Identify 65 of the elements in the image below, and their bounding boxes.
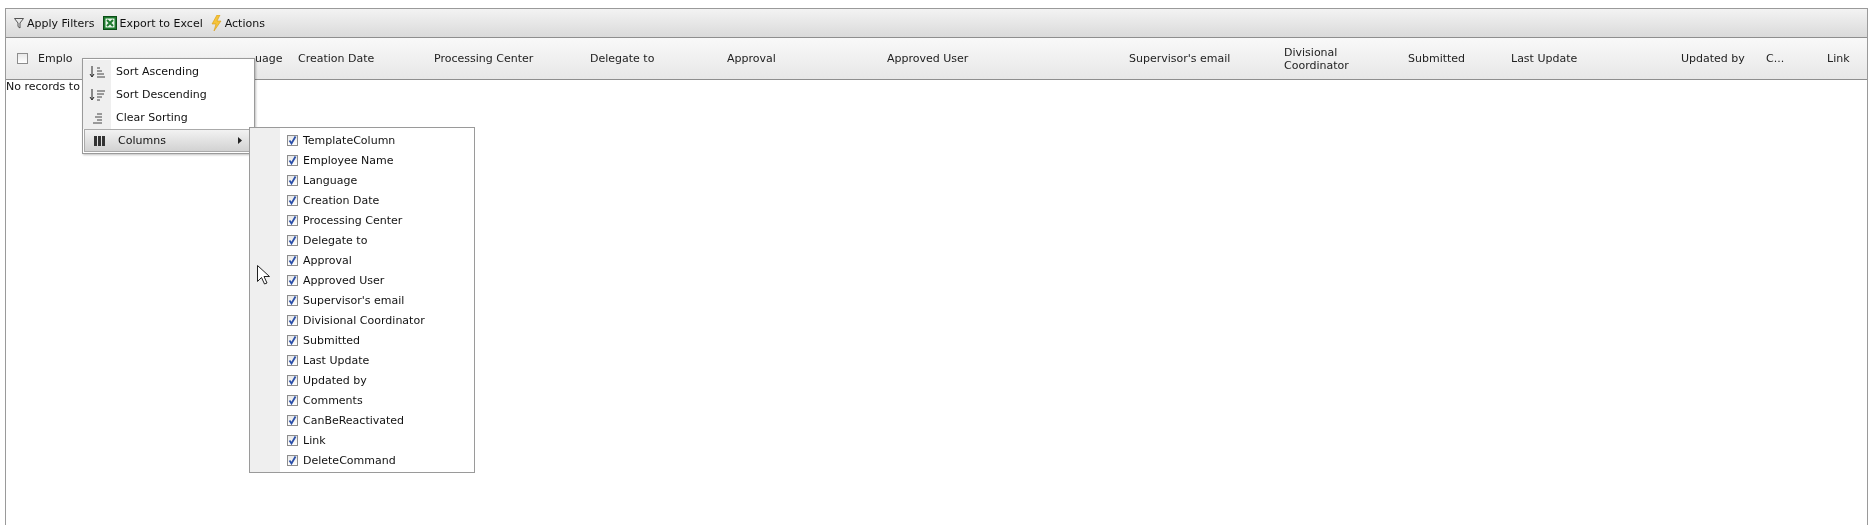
checkbox[interactable]: [287, 394, 298, 406]
checkbox[interactable]: [287, 154, 298, 166]
checkbox[interactable]: [287, 254, 298, 266]
column-header[interactable]: Submitted: [1408, 52, 1466, 65]
column-header[interactable]: Approval: [727, 52, 776, 65]
column-option[interactable]: Creation Date: [303, 193, 380, 207]
column-header[interactable]: Link: [1827, 52, 1850, 65]
spreadsheet-icon: [102, 16, 117, 30]
column-option[interactable]: Link: [303, 433, 326, 447]
checkbox[interactable]: [287, 274, 298, 286]
checkbox[interactable]: [287, 454, 298, 466]
checkbox[interactable]: [287, 414, 298, 426]
checkbox[interactable]: [287, 314, 298, 326]
column-header[interactable]: uage: [255, 52, 283, 65]
column-option[interactable]: CanBeReactivated: [303, 413, 405, 427]
lines-icon: [92, 111, 102, 124]
toolbar-button[interactable]: Actions: [210, 15, 265, 31]
filter-icon: [14, 17, 24, 29]
column-option[interactable]: Comments: [303, 393, 363, 407]
column-header[interactable]: Divisional Coordinator: [1284, 45, 1402, 72]
column-option[interactable]: Language: [303, 173, 358, 187]
column-option[interactable]: Approved User: [303, 273, 385, 287]
checkbox[interactable]: [287, 434, 298, 446]
checkbox[interactable]: [16, 53, 28, 64]
column-header[interactable]: C...: [1766, 52, 1785, 65]
column-option[interactable]: Divisional Coordinator: [303, 313, 425, 327]
submenu-arrow-icon: [238, 137, 242, 144]
column-header[interactable]: Creation Date: [298, 52, 375, 65]
menu-item[interactable]: Sort Ascending: [83, 60, 254, 83]
checkbox[interactable]: [287, 134, 298, 146]
column-header[interactable]: Emplo: [38, 52, 73, 65]
column-header[interactable]: Supervisor's email: [1129, 52, 1231, 65]
menu-item[interactable]: Clear Sorting: [83, 106, 254, 129]
checkbox[interactable]: [287, 194, 298, 206]
sort-descending-icon: [89, 88, 105, 101]
toolbar-button[interactable]: Export to Excel: [102, 16, 203, 30]
checkbox[interactable]: [287, 234, 298, 246]
empty-message: No records to: [6, 79, 80, 93]
column-option[interactable]: Employee Name: [303, 153, 394, 167]
column-header[interactable]: Updated by: [1681, 52, 1745, 65]
columns-icon: [93, 135, 105, 146]
column-header[interactable]: Last Update: [1511, 52, 1578, 65]
checkbox[interactable]: [287, 374, 298, 386]
column-option[interactable]: Approval: [303, 253, 352, 267]
column-option[interactable]: Delegate to: [303, 233, 368, 247]
column-option[interactable]: DeleteCommand: [303, 453, 396, 467]
lightning-icon: [210, 15, 222, 31]
sort-ascending-icon: [89, 65, 105, 78]
column-option[interactable]: Updated by: [303, 373, 367, 387]
column-header[interactable]: Delegate to: [590, 52, 655, 65]
toolbar-button[interactable]: Apply Filters: [14, 16, 95, 30]
checkbox[interactable]: [287, 294, 298, 306]
checkbox[interactable]: [287, 354, 298, 366]
checkbox[interactable]: [287, 334, 298, 346]
column-option[interactable]: Supervisor's email: [303, 293, 405, 307]
menu-item[interactable]: Sort Descending: [83, 83, 254, 106]
column-option[interactable]: Submitted: [303, 333, 361, 347]
checkbox[interactable]: [287, 174, 298, 186]
column-option[interactable]: Last Update: [303, 353, 370, 367]
column-header[interactable]: Processing Center: [434, 52, 534, 65]
checkbox[interactable]: [287, 214, 298, 226]
column-option[interactable]: TemplateColumn: [303, 133, 396, 147]
column-option[interactable]: Processing Center: [303, 213, 403, 227]
mouse-cursor-icon: [257, 265, 270, 285]
column-header[interactable]: Approved User: [887, 52, 969, 65]
